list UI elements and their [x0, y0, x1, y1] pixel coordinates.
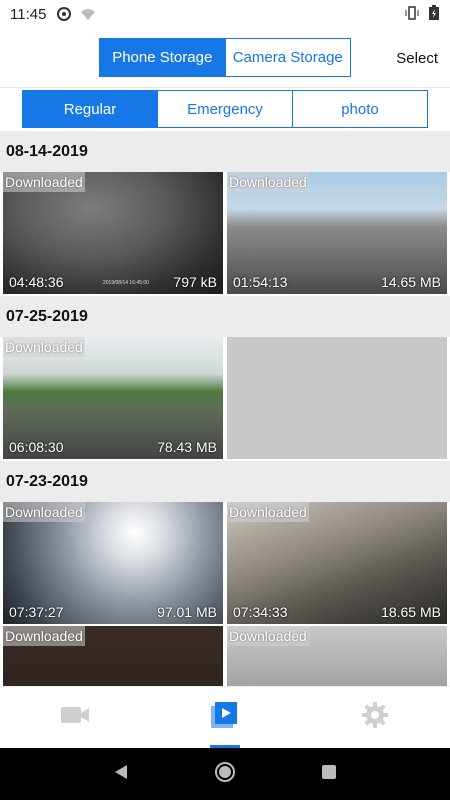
home-icon[interactable] [214, 761, 236, 788]
video-thumbnail[interactable]: Downloaded 01:54:13 14.65 MB [227, 172, 447, 294]
tab-photo[interactable]: photo [292, 91, 427, 127]
video-size: 797 kB [173, 274, 217, 290]
video-grid-row: Downloaded 2019/08/14 16:45:00 04:48:36 … [0, 172, 450, 294]
downloaded-badge: Downloaded [227, 626, 309, 646]
video-duration: 06:08:30 [9, 439, 64, 455]
bottom-tab-bar [0, 686, 450, 748]
video-grid-row: Downloaded Downloaded [0, 626, 450, 686]
video-duration: 01:54:13 [233, 274, 288, 290]
video-grid-row: Downloaded 06:08:30 78.43 MB [0, 337, 450, 459]
wifi-icon [80, 6, 96, 22]
empty-grid-cell [227, 337, 447, 459]
video-thumbnail[interactable]: Downloaded 06:08:30 78.43 MB [3, 337, 223, 459]
tab-settings[interactable] [300, 687, 450, 748]
date-header: 07-25-2019 [0, 296, 450, 337]
video-thumbnail[interactable]: Downloaded 07:34:33 18.65 MB [227, 502, 447, 624]
video-thumbnail[interactable]: Downloaded 07:37:27 97.01 MB [3, 502, 223, 624]
video-camera-icon [60, 704, 90, 731]
downloaded-badge: Downloaded [3, 172, 85, 192]
downloaded-badge: Downloaded [227, 502, 309, 522]
type-segmented-control: Regular Emergency photo [22, 90, 428, 128]
storage-segmented-control: Phone Storage Camera Storage [99, 38, 351, 77]
status-time: 11:45 [10, 5, 47, 23]
video-duration: 07:34:33 [233, 604, 288, 620]
video-duration: 07:37:27 [9, 604, 64, 620]
battery-icon [428, 5, 440, 25]
select-button[interactable]: Select [396, 50, 438, 67]
date-header: 07-23-2019 [0, 461, 450, 502]
tab-media-library[interactable] [150, 687, 300, 748]
gear-icon [361, 701, 389, 734]
tab-regular[interactable]: Regular [23, 91, 157, 127]
tab-live-video[interactable] [0, 687, 150, 748]
recents-icon[interactable] [320, 763, 338, 786]
video-thumbnail[interactable]: Downloaded 2019/08/14 16:45:00 04:48:36 … [3, 172, 223, 294]
video-duration: 04:48:36 [9, 274, 64, 290]
downloaded-badge: Downloaded [3, 502, 85, 522]
header-divider [0, 87, 450, 88]
video-size: 97.01 MB [157, 604, 217, 620]
video-timestamp-overlay: 2019/08/14 16:45:00 [103, 280, 149, 286]
date-header: 08-14-2019 [0, 131, 450, 172]
status-bar: 11:45 [0, 0, 450, 28]
tab-camera-storage[interactable]: Camera Storage [224, 39, 351, 76]
back-icon[interactable] [112, 763, 130, 786]
system-nav-bar [0, 748, 450, 800]
video-thumbnail[interactable]: Downloaded [227, 626, 447, 686]
downloaded-badge: Downloaded [227, 172, 309, 192]
video-list[interactable]: 08-14-2019 Downloaded 2019/08/14 16:45:0… [0, 131, 450, 686]
video-size: 18.65 MB [381, 604, 441, 620]
video-size: 78.43 MB [157, 439, 217, 455]
downloaded-badge: Downloaded [3, 337, 85, 357]
video-grid-row: Downloaded 07:37:27 97.01 MB Downloaded … [0, 502, 450, 624]
tab-emergency[interactable]: Emergency [157, 91, 292, 127]
downloaded-badge: Downloaded [3, 626, 85, 646]
tab-phone-storage[interactable]: Phone Storage [100, 39, 225, 76]
media-library-icon [210, 700, 240, 735]
top-header: Phone Storage Camera Storage Select [0, 28, 450, 88]
sync-icon [56, 6, 72, 22]
video-size: 14.65 MB [381, 274, 441, 290]
vibrate-icon [404, 5, 420, 25]
video-thumbnail[interactable]: Downloaded [3, 626, 223, 686]
